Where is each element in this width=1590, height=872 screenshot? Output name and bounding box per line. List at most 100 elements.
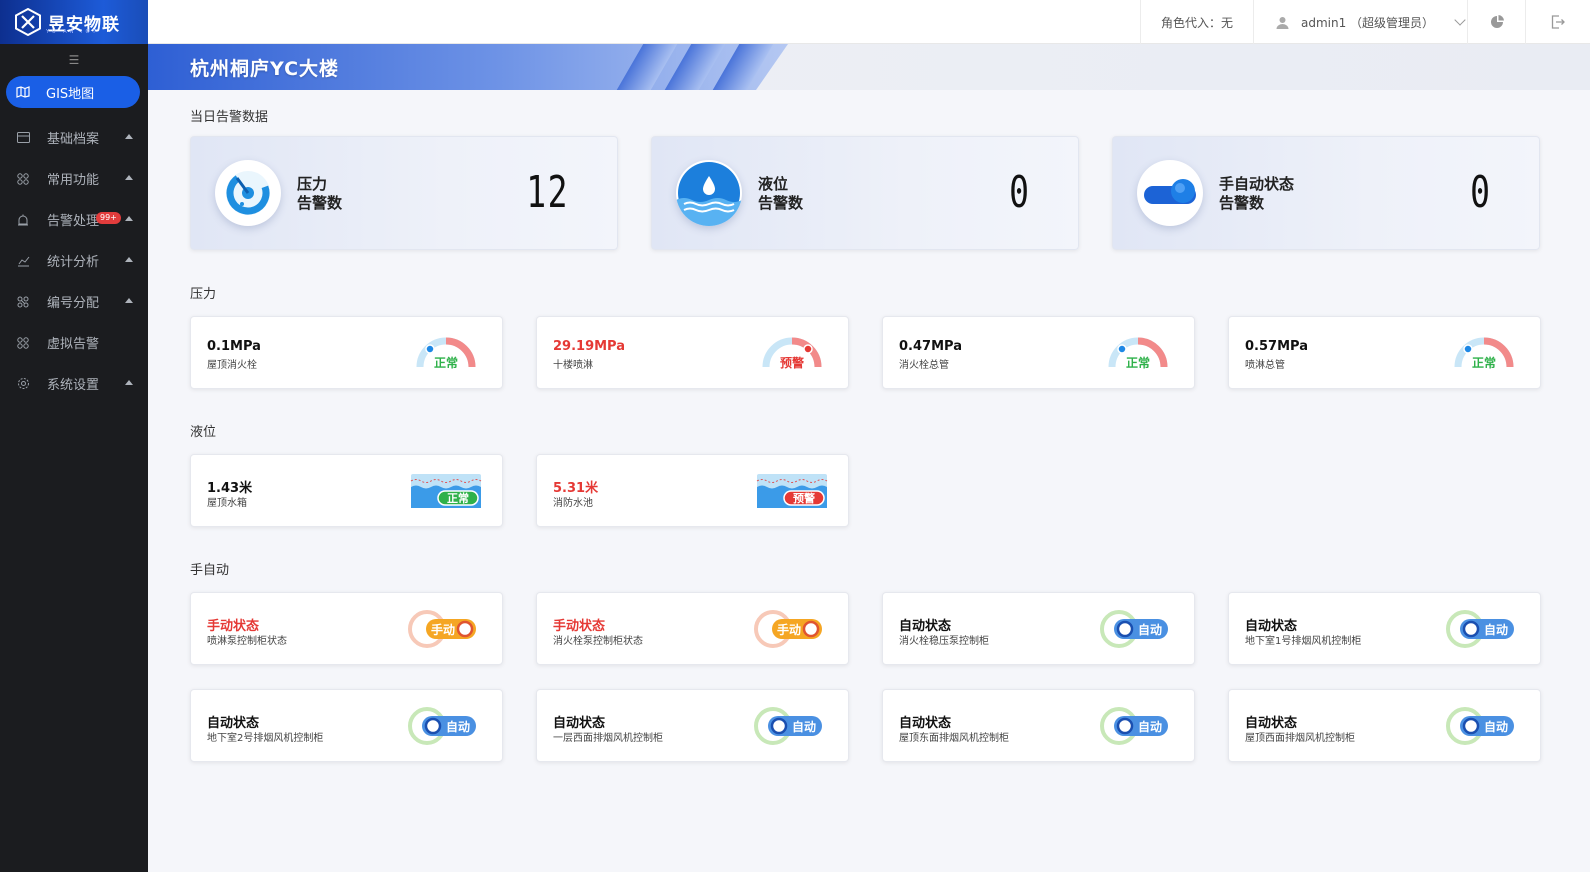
section-title-pressure: 压力 bbox=[190, 287, 217, 302]
alarm-count: 0 bbox=[1469, 167, 1491, 218]
sidebar-item-label: 常用功能 bbox=[47, 173, 100, 188]
pressure-value: 0.1MPa bbox=[207, 339, 261, 354]
alarm-label: 手自动状态 告警数 bbox=[1219, 175, 1294, 213]
pressure-card[interactable]: 29.19MPa 十楼喷淋 预警 bbox=[536, 316, 849, 389]
brand-logo-icon bbox=[15, 8, 41, 36]
alarm-label: 液位 告警数 bbox=[758, 175, 803, 213]
logout-button[interactable] bbox=[1525, 0, 1590, 44]
sidebar-item-statistics[interactable]: 统计分析 bbox=[0, 240, 148, 281]
user-menu[interactable]: admin1 （超级管理员） bbox=[1253, 0, 1467, 44]
caret-up-icon bbox=[125, 257, 133, 262]
device-name: 地下室2号排烟风机控制柜 bbox=[207, 733, 324, 744]
device-name: 喷淋总管 bbox=[1245, 360, 1285, 371]
tank-warning-icon: 预警 bbox=[756, 474, 828, 508]
device-name: 屋顶西面排烟风机控制柜 bbox=[1245, 733, 1355, 744]
pressure-gauge-icon bbox=[215, 160, 281, 226]
page-banner: 杭州桐庐YC大楼 bbox=[148, 44, 1590, 90]
svg-text:预警: 预警 bbox=[780, 355, 804, 369]
sidebar-item-label: GIS地图 bbox=[46, 86, 95, 102]
alarm-label-line1: 压力 bbox=[297, 175, 328, 193]
svg-text:手动: 手动 bbox=[777, 622, 801, 637]
alarm-label-line1: 手自动状态 bbox=[1219, 175, 1295, 193]
mode-card[interactable]: 手动状态 喷淋泵控制柜状态 手动 bbox=[190, 592, 503, 665]
toggle-auto-icon: 自动 bbox=[1100, 707, 1168, 745]
pressure-card[interactable]: 0.57MPa 喷淋总管 正常 bbox=[1228, 316, 1541, 389]
mode-card[interactable]: 自动状态 屋顶东面排烟风机控制柜 自动 bbox=[882, 689, 1195, 762]
sidebar-item-virtual-alarm[interactable]: 虚拟告警 bbox=[0, 322, 148, 363]
mode-card[interactable]: 自动状态 地下室1号排烟风机控制柜 自动 bbox=[1228, 592, 1541, 665]
caret-up-icon bbox=[125, 175, 133, 180]
sidebar-item-label: 基础档案 bbox=[47, 132, 100, 147]
pressure-card[interactable]: 0.1MPa 屋顶消火栓 正常 bbox=[190, 316, 503, 389]
pressure-value: 29.19MPa bbox=[553, 339, 626, 354]
device-name: 消火栓总管 bbox=[899, 360, 949, 371]
mode-card[interactable]: 自动状态 一层西面排烟风机控制柜 自动 bbox=[536, 689, 849, 762]
brand-subtitle: YU AN IOT bbox=[46, 29, 99, 35]
alarm-summary-pressure[interactable]: 压力 告警数 12 bbox=[190, 136, 618, 250]
sidebar-item-label: 虚拟告警 bbox=[47, 337, 100, 352]
svg-text:自动: 自动 bbox=[792, 719, 816, 734]
toggle-auto-icon: 自动 bbox=[1100, 610, 1168, 648]
svg-text:自动: 自动 bbox=[1484, 622, 1508, 637]
sidebar-item-archives[interactable]: 基础档案 bbox=[0, 117, 148, 158]
svg-text:自动: 自动 bbox=[1138, 719, 1162, 734]
svg-text:自动: 自动 bbox=[1484, 719, 1508, 734]
map-icon bbox=[16, 85, 30, 99]
brand-logo-area[interactable]: 昱安物联 YU AN IOT bbox=[0, 0, 148, 44]
alarm-summary-manual-auto[interactable]: 手自动状态 告警数 0 bbox=[1112, 136, 1540, 250]
sidebar-item-label: 统计分析 bbox=[47, 255, 100, 270]
svg-text:正常: 正常 bbox=[1472, 355, 1496, 369]
top-bar: 角色代入：无 admin1 （超级管理员） bbox=[148, 0, 1590, 44]
user-icon bbox=[1276, 16, 1289, 29]
sidebar-item-alarm-handling[interactable]: 告警处理 99+ bbox=[0, 199, 148, 240]
level-card[interactable]: 1.43米 屋顶水箱 正常 bbox=[190, 454, 503, 527]
svg-text:正常: 正常 bbox=[434, 355, 458, 369]
toggle-switch-icon bbox=[1137, 160, 1203, 226]
svg-text:自动: 自动 bbox=[1138, 622, 1162, 637]
caret-up-icon bbox=[125, 216, 133, 221]
toggle-auto-icon: 自动 bbox=[408, 707, 476, 745]
sidebar-item-system-settings[interactable]: 系统设置 bbox=[0, 363, 148, 404]
gauge-normal-icon: 正常 bbox=[1454, 337, 1514, 369]
alarm-count: 0 bbox=[1008, 167, 1030, 218]
sidebar-item-number-assignment[interactable]: 编号分配 bbox=[0, 281, 148, 322]
svg-text:正常: 正常 bbox=[1126, 355, 1150, 369]
alarm-label-line2: 告警数 bbox=[297, 194, 343, 212]
mode-card[interactable]: 自动状态 地下室2号排烟风机控制柜 自动 bbox=[190, 689, 503, 762]
mode-card[interactable]: 手动状态 消火栓泵控制柜状态 手动 bbox=[536, 592, 849, 665]
sidebar-item-common-functions[interactable]: 常用功能 bbox=[0, 158, 148, 199]
logout-icon bbox=[1551, 15, 1565, 29]
mode-card[interactable]: 自动状态 消火栓稳压泵控制柜 自动 bbox=[882, 592, 1195, 665]
device-name: 屋顶水箱 bbox=[207, 498, 247, 509]
sidebar-item-label: 告警处理 bbox=[47, 214, 100, 229]
dashboard-button[interactable] bbox=[1467, 0, 1525, 44]
caret-up-icon bbox=[125, 298, 133, 303]
alarm-label-line2: 告警数 bbox=[1219, 194, 1265, 212]
page-title: 杭州桐庐YC大楼 bbox=[190, 58, 340, 80]
sidebar-item-gis-map[interactable]: GIS地图 bbox=[6, 76, 140, 108]
mode-card[interactable]: 自动状态 屋顶西面排烟风机控制柜 自动 bbox=[1228, 689, 1541, 762]
alarm-label-line2: 告警数 bbox=[758, 194, 804, 212]
device-name: 喷淋泵控制柜状态 bbox=[207, 636, 287, 647]
chevron-down-icon bbox=[1454, 13, 1466, 26]
section-title-daily-alarms: 当日告警数据 bbox=[190, 110, 269, 125]
menu-fold-icon[interactable]: ☰ bbox=[0, 44, 148, 76]
pie-chart-icon bbox=[1490, 15, 1504, 28]
svg-text:正常: 正常 bbox=[447, 491, 469, 505]
role-switch[interactable]: 角色代入：无 bbox=[1140, 0, 1253, 44]
water-level-icon bbox=[676, 160, 742, 226]
caret-up-icon bbox=[125, 380, 133, 385]
alarm-summary-water-level[interactable]: 液位 告警数 0 bbox=[651, 136, 1079, 250]
device-name: 屋顶消火栓 bbox=[207, 360, 257, 371]
grid-icon bbox=[16, 172, 30, 186]
gauge-warning-icon: 预警 bbox=[762, 337, 822, 369]
nodes-icon bbox=[16, 295, 30, 309]
tank-normal-icon: 正常 bbox=[410, 474, 482, 508]
device-name: 屋顶东面排烟风机控制柜 bbox=[899, 733, 1009, 744]
toggle-auto-icon: 自动 bbox=[1446, 707, 1514, 745]
device-name: 消火栓稳压泵控制柜 bbox=[899, 636, 989, 647]
pressure-card[interactable]: 0.47MPa 消火栓总管 正常 bbox=[882, 316, 1195, 389]
level-card[interactable]: 5.31米 消防水池 预警 bbox=[536, 454, 849, 527]
toggle-auto-icon: 自动 bbox=[754, 707, 822, 745]
sidebar: 昱安物联 YU AN IOT ☰ GIS地图 基础档案 常用功能 告警处理 99… bbox=[0, 0, 148, 872]
